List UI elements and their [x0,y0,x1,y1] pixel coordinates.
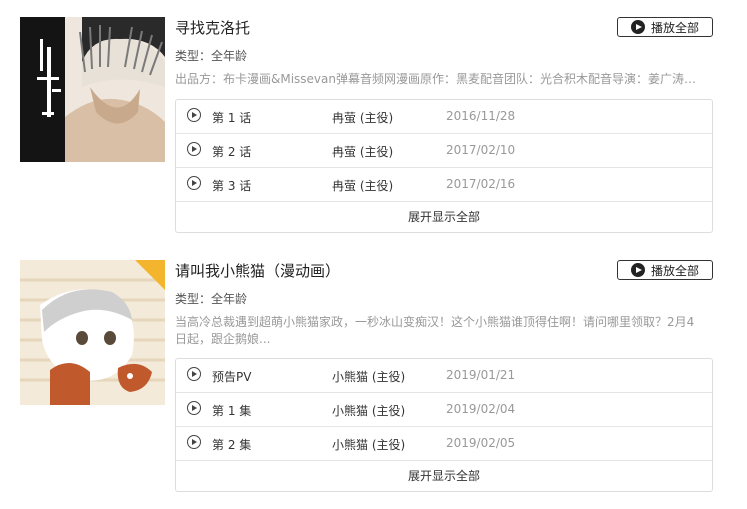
play-icon [630,20,645,34]
episode-title: 预告PV [212,370,252,384]
play-circle-icon[interactable] [187,401,201,415]
album-title[interactable]: 请叫我小熊猫（漫动画） [175,260,340,282]
episode-cv: 小熊猫 (主役) [332,370,406,384]
episode-title: 第 1 集 [212,404,252,418]
episode-list: 第 1 话 冉萤 (主役) 2016/11/28 第 2 话 冉萤 (主役) 2… [175,99,713,233]
play-circle-icon[interactable] [187,176,201,190]
episode-title: 第 2 集 [212,438,252,452]
play-all-button[interactable]: 播放全部 [617,17,713,37]
play-all-label: 播放全部 [650,20,699,35]
episode-row[interactable]: 第 2 话 冉萤 (主役) 2017/02/10 [176,134,712,168]
episode-row[interactable]: 第 1 话 冉萤 (主役) 2016/11/28 [176,100,712,134]
play-circle-icon[interactable] [187,142,201,156]
expand-all-button[interactable]: 展开显示全部 [176,202,712,232]
episode-date: 2019/01/21 [446,368,516,382]
episode-title: 第 1 话 [212,111,252,125]
album-type: 类型：全年龄 [175,49,248,63]
cover-art [20,260,165,405]
album-description: 当高冷总裁遇到超萌小熊猫家政，一秒冰山变痴汉！这个小熊猫谁顶得住啊！请问哪里领取… [175,315,695,346]
episode-cv: 小熊猫 (主役) [332,404,406,418]
episode-title: 第 3 话 [212,179,252,193]
episode-list: 预告PV 小熊猫 (主役) 2019/01/21 第 1 集 小熊猫 (主役) … [175,358,713,492]
album-description: 出品方：布卡漫画&Missevan弹幕音频网漫画原作：黑麦配音团队：光合积木配音… [175,72,705,86]
episode-cv: 冉萤 (主役) [332,179,394,193]
play-circle-icon[interactable] [187,367,201,381]
play-circle-icon[interactable] [187,435,201,449]
episode-row[interactable]: 预告PV 小熊猫 (主役) 2019/01/21 [176,359,712,393]
play-all-label: 播放全部 [650,263,699,278]
episode-date: 2016/11/28 [446,109,516,123]
album-cover[interactable] [20,17,165,162]
episode-cv: 冉萤 (主役) [332,145,394,159]
play-circle-icon[interactable] [187,108,201,122]
episode-row[interactable]: 第 1 集 小熊猫 (主役) 2019/02/04 [176,393,712,427]
album-cover[interactable] [20,260,165,405]
episode-date: 2019/02/05 [446,436,516,450]
episode-row[interactable]: 第 2 集 小熊猫 (主役) 2019/02/05 [176,427,712,461]
album-title[interactable]: 寻找克洛托 [175,17,250,39]
episode-cv: 小熊猫 (主役) [332,438,406,452]
episode-date: 2019/02/04 [446,402,516,416]
episode-cv: 冉萤 (主役) [332,111,394,125]
episode-row[interactable]: 第 3 话 冉萤 (主役) 2017/02/16 [176,168,712,202]
episode-title: 第 2 话 [212,145,252,159]
episode-date: 2017/02/10 [446,143,516,157]
play-all-button[interactable]: 播放全部 [617,260,713,280]
play-icon [630,263,645,277]
expand-all-button[interactable]: 展开显示全部 [176,461,712,491]
cover-art [20,17,165,162]
episode-date: 2017/02/16 [446,177,516,191]
album-type: 类型：全年龄 [175,292,248,306]
